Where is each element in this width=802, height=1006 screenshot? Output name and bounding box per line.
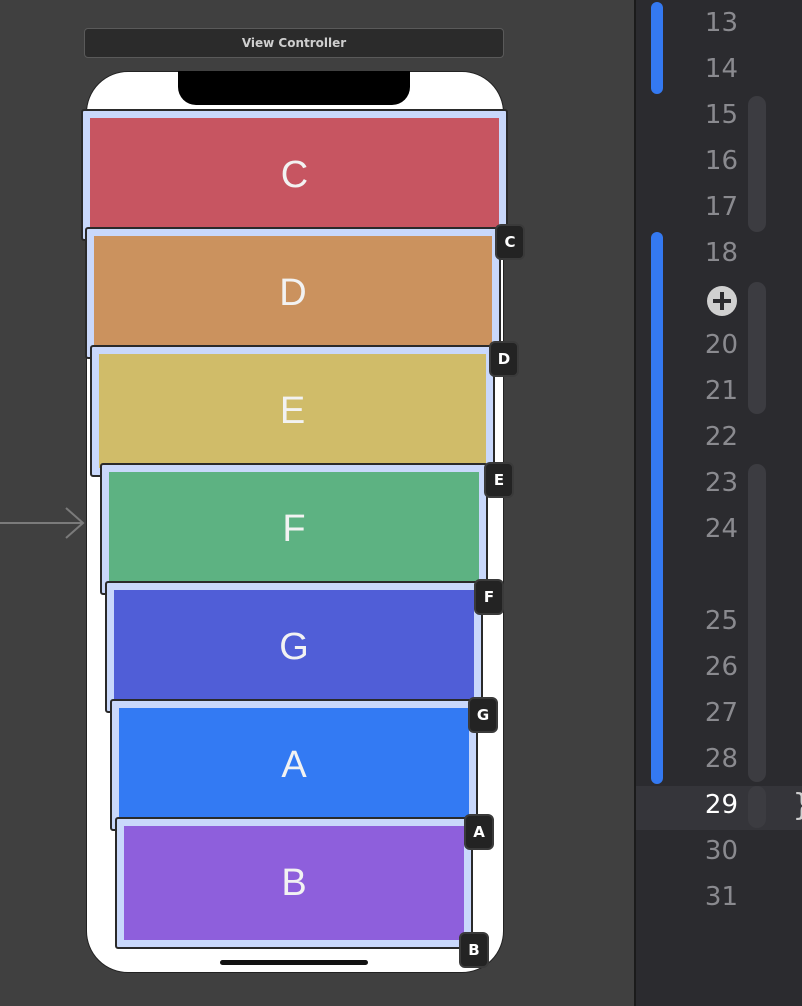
line-number: 14	[704, 54, 738, 84]
line-number: 16	[704, 146, 738, 176]
code-fold-ribbon[interactable]	[748, 786, 766, 828]
line-number: 24	[704, 514, 738, 544]
cell-fill: D	[94, 236, 492, 350]
line-number: 17	[704, 192, 738, 222]
constraint-badge[interactable]: A	[464, 814, 494, 850]
storyboard-canvas[interactable]: View Controller C D E F G A B C D E F G …	[0, 0, 634, 1006]
line-number: 25	[704, 606, 738, 636]
stack-cell-d[interactable]: D	[85, 227, 501, 359]
line-number: 28	[704, 744, 738, 774]
add-breakpoint-icon[interactable]	[707, 286, 737, 316]
home-indicator	[220, 960, 368, 965]
code-closing-brace[interactable]: }	[793, 788, 802, 823]
stack-cell-f[interactable]: F	[100, 463, 488, 595]
cell-fill: G	[114, 590, 474, 704]
constraint-badge[interactable]: F	[474, 579, 504, 615]
entry-point-arrow-icon	[0, 507, 85, 539]
stack-cell-a[interactable]: A	[110, 699, 478, 831]
line-number: 18	[704, 238, 738, 268]
code-fold-ribbon[interactable]	[748, 96, 766, 232]
cell-label: F	[282, 507, 306, 550]
line-number: 15	[704, 100, 738, 130]
line-number: 30	[704, 836, 738, 866]
constraint-badge[interactable]: E	[484, 462, 514, 498]
stack-cell-e[interactable]: E	[90, 345, 495, 477]
cell-fill: A	[119, 708, 469, 822]
cell-fill: E	[99, 354, 486, 468]
line-number: 13	[704, 8, 738, 38]
cell-label: E	[279, 389, 306, 432]
code-fold-ribbon[interactable]	[748, 282, 766, 414]
line-number: 22	[704, 422, 738, 452]
cell-label: G	[279, 625, 309, 668]
line-number: 31	[704, 882, 738, 912]
change-indicator[interactable]	[651, 2, 663, 94]
cell-fill: F	[109, 472, 479, 586]
line-number: 23	[704, 468, 738, 498]
constraint-badge[interactable]: B	[459, 932, 489, 968]
constraint-badge[interactable]: D	[489, 341, 519, 377]
cell-fill: B	[124, 826, 464, 940]
stack-cell-c[interactable]: C	[81, 109, 508, 241]
cell-label: A	[281, 743, 307, 786]
change-indicator[interactable]	[651, 232, 663, 784]
line-number: 26	[704, 652, 738, 682]
stack-cell-b[interactable]: B	[115, 817, 473, 949]
line-number: 27	[704, 698, 738, 728]
line-number: 21	[704, 376, 738, 406]
line-number: 20	[704, 330, 738, 360]
cell-label: B	[281, 861, 307, 904]
cell-label: C	[280, 153, 309, 196]
constraint-badge[interactable]: C	[495, 224, 525, 260]
scene-title-bar[interactable]: View Controller	[84, 28, 504, 58]
cell-label: D	[279, 271, 307, 314]
cell-fill: C	[90, 118, 499, 232]
constraint-badge[interactable]: G	[468, 697, 498, 733]
code-fold-ribbon[interactable]	[748, 464, 766, 782]
device-notch	[178, 71, 410, 105]
stack-cell-g[interactable]: G	[105, 581, 483, 713]
line-number-current: 29	[704, 790, 738, 820]
